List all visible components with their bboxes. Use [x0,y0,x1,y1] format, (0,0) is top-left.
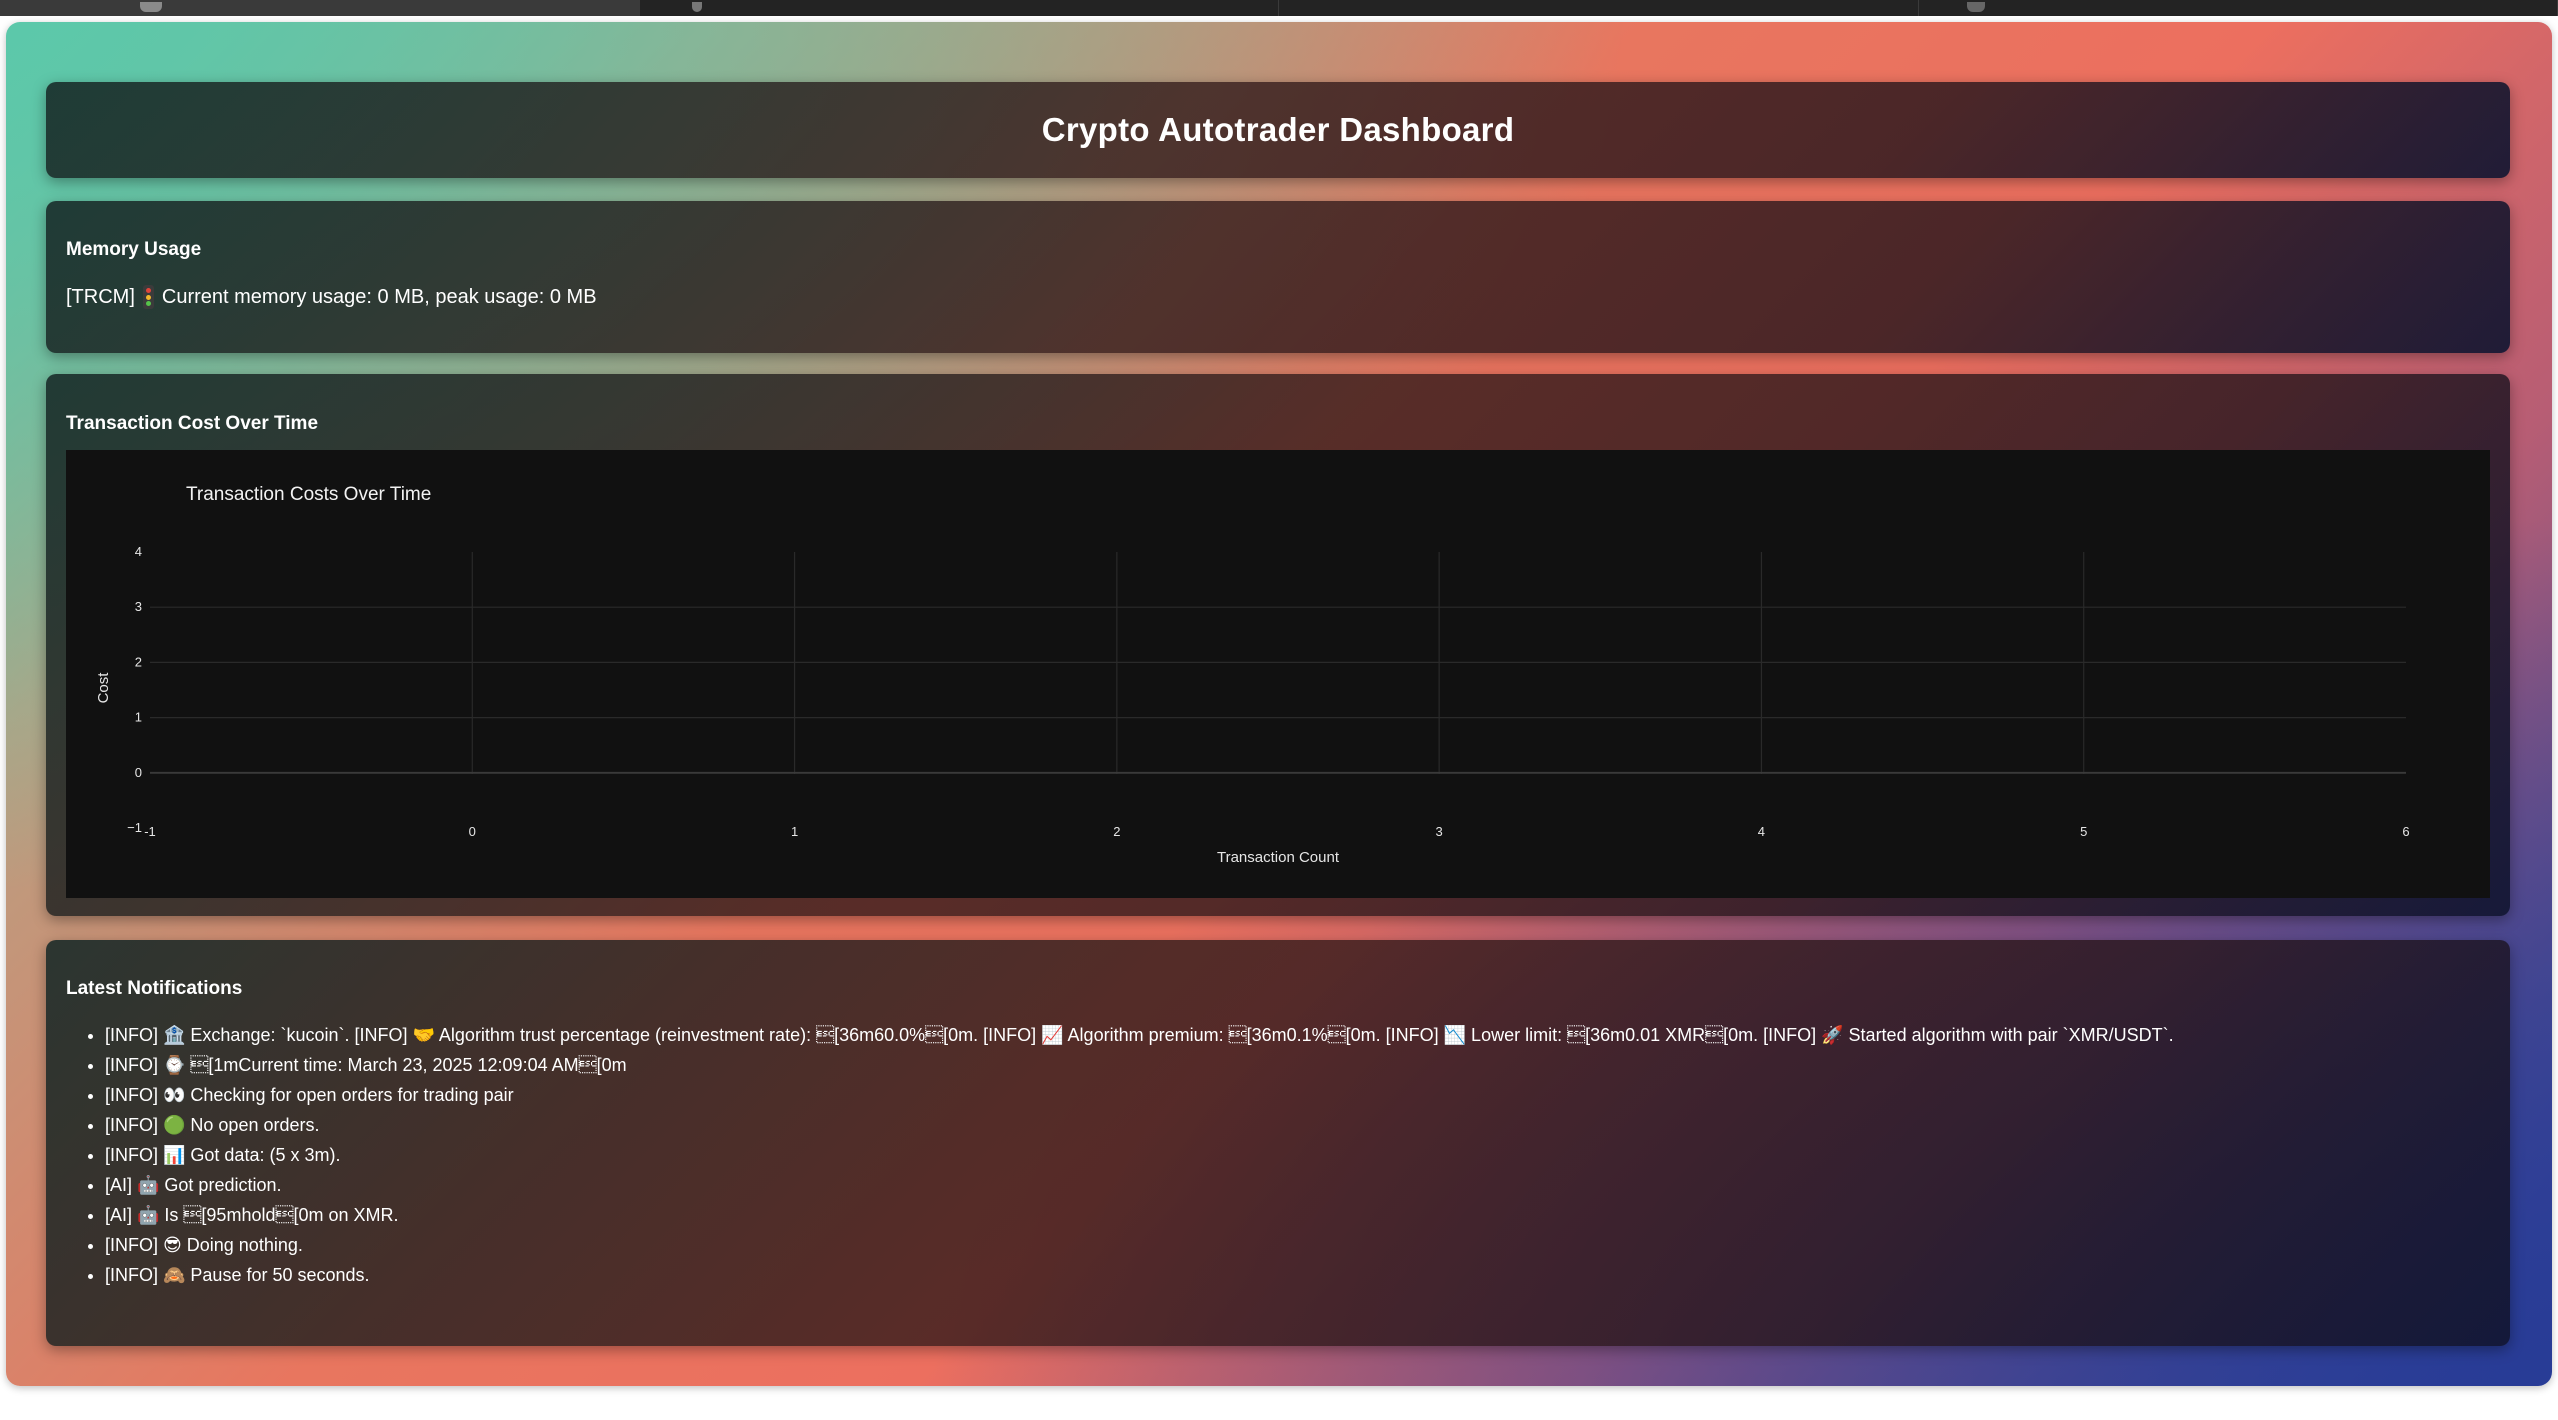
notification-item: [INFO] 👀 Checking for open orders for tr… [105,1080,2476,1110]
notification-item: [INFO] 📊 Got data: (5 x 3m). [105,1140,2476,1170]
traffic-light-icon [142,285,154,309]
tab-icon [140,2,162,12]
notification-item: [INFO] 🙈 Pause for 50 seconds. [105,1260,2476,1290]
notifications-title: Latest Notifications [66,978,243,999]
y-tick-label: 3 [135,599,142,614]
memory-usage-text: Current memory usage: 0 MB, peak usage: … [161,285,597,308]
y-axis-label: Cost [95,672,112,704]
y-tick-label: 2 [135,654,142,669]
browser-tab-2[interactable] [640,0,1279,16]
browser-tab-bar [0,0,2558,16]
notification-item: [INFO] 😎 Doing nothing. [105,1230,2476,1260]
notification-item: [INFO] 🟢 No open orders. [105,1110,2476,1140]
y-tick-label: 1 [135,710,142,725]
notification-item: [INFO] ⌚ [1mCurrent time: March 23, 202… [105,1050,2476,1080]
x-tick-label: 2 [1113,824,1120,839]
x-tick-label: 3 [1436,824,1443,839]
x-axis-label: Transaction Count [1217,849,1340,866]
x-tick-label: 1 [791,824,798,839]
transaction-cost-chart[interactable]: Transaction Costs Over Time -1 0 1 2 3 4 5 6 −1 0 1… [66,450,2490,898]
browser-tab-3[interactable] [1279,0,1919,16]
browser-tab-1[interactable] [0,0,640,16]
notification-item: [AI] 🤖 Is [95mhold[0m on XMR. [105,1200,2476,1230]
tab-icon [691,2,702,12]
browser-tab-4[interactable] [1919,0,2558,16]
tab-icon [1966,2,1985,12]
memory-usage-card: Memory Usage [TRCM] Current memory usage… [46,201,2510,353]
notifications-card: Latest Notifications [INFO] 🏦 Exchange: … [46,940,2510,1346]
memory-prefix: [TRCM] [66,285,135,308]
page-title: Crypto Autotrader Dashboard [1041,111,1515,148]
header-card: Crypto Autotrader Dashboard [46,82,2510,178]
notification-item: [AI] 🤖 Got prediction. [105,1170,2476,1200]
x-tick-label: -1 [144,824,156,839]
transaction-cost-card: Transaction Cost Over Time Transaction C… [46,374,2510,916]
y-tick-label: −1 [127,820,142,835]
y-tick-label: 0 [135,765,142,780]
notification-item: [INFO] 🏦 Exchange: `kucoin`. [INFO] 🤝 Al… [105,1020,2476,1050]
x-tick-label: 6 [2402,824,2409,839]
transaction-cost-title: Transaction Cost Over Time [66,413,319,434]
chart-title: Transaction Costs Over Time [186,484,431,505]
chart-svg: Transaction Costs Over Time -1 0 1 2 3 4 5 6 −1 0 1… [95,484,2410,866]
x-tick-label: 4 [1758,824,1765,839]
notifications-list: [INFO] 🏦 Exchange: `kucoin`. [INFO] 🤝 Al… [86,1020,2476,1290]
memory-usage-title: Memory Usage [66,239,202,260]
y-tick-label: 4 [135,544,142,559]
dashboard-frame: Crypto Autotrader Dashboard Memory Usage… [6,22,2552,1386]
x-tick-label: 0 [469,824,476,839]
x-tick-label: 5 [2080,824,2087,839]
memory-usage-line: [TRCM] Current memory usage: 0 MB, peak … [66,285,597,309]
